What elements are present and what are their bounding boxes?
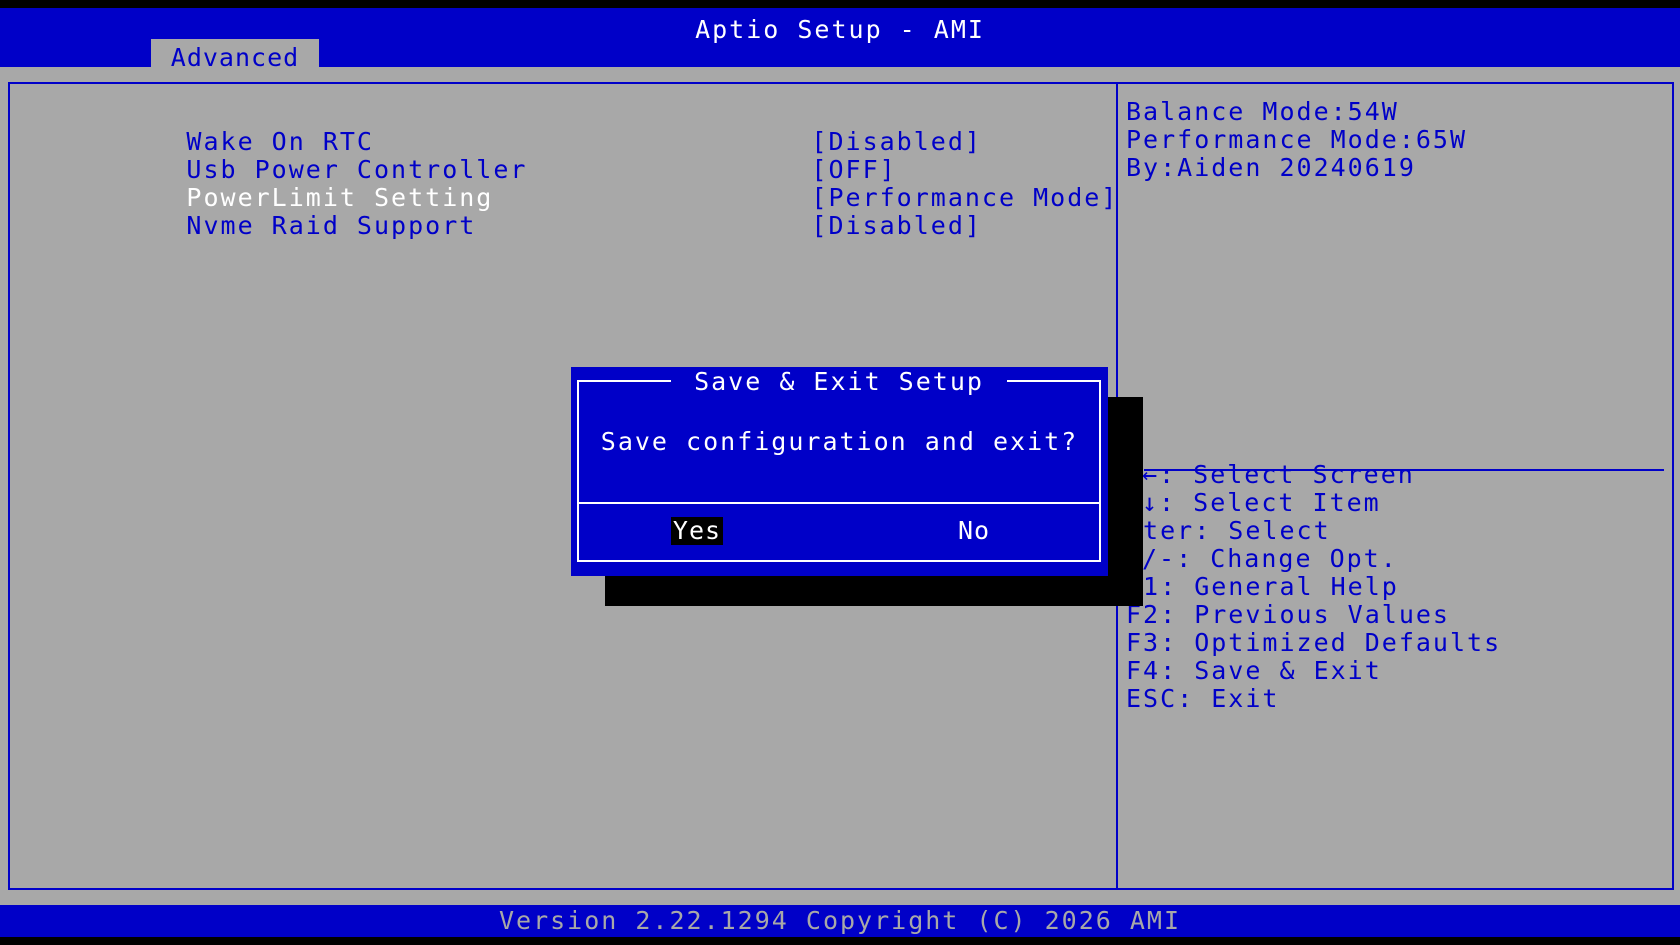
save-exit-dialog: Save & Exit Setup Save configuration and… [571,367,1108,576]
key-help-line: ↓: Select Item [1142,488,1381,517]
setting-label: Nvme Raid Support [186,211,477,240]
key-help-line: F4: Save & Exit [1126,656,1382,685]
key-help-line: F3: Optimized Defaults [1126,628,1502,657]
key-help-line: F1: General Help [1126,572,1399,601]
help-panel: Balance Mode:54W Performance Mode:65W By… [1116,82,1674,890]
setting-row-wake-on-rtc[interactable]: Wake On RTC [Disabled] [50,97,982,156]
header-bar: Aptio Setup - AMI Advanced [0,8,1680,75]
dialog-separator [579,502,1099,504]
help-info-line: By:Aiden 20240619 [1126,153,1416,182]
dialog-frame [577,380,1101,562]
key-help-line: F2: Previous Values [1126,600,1450,629]
setting-row-usb-power-controller[interactable]: Usb Power Controller [OFF] [50,125,897,184]
dialog-message: Save configuration and exit? [600,427,1079,456]
help-info-line: Performance Mode:65W [1126,125,1468,154]
bios-screen: Aptio Setup - AMI Advanced Wake On RTC [D… [0,0,1680,945]
setting-row-powerlimit-setting[interactable]: PowerLimit Setting [Performance Mode] [50,153,1118,212]
key-help-line: ESC: Exit [1126,684,1280,713]
key-help-line: ←: Select Screen [1142,460,1415,489]
setting-value[interactable]: [Disabled] [811,211,982,240]
version-footer: Version 2.22.1294 Copyright (C) 2026 AMI [0,905,1680,937]
setting-row-nvme-raid-support[interactable]: Nvme Raid Support [Disabled] [50,181,982,240]
yes-button[interactable]: Yes [671,517,723,545]
key-help-line: nter: Select [1126,516,1331,545]
no-button[interactable]: No [954,517,994,545]
dialog-title: Save & Exit Setup [671,367,1007,397]
key-help-line: /-: Change Opt. [1142,544,1398,573]
help-info-line: Balance Mode:54W [1126,97,1399,126]
